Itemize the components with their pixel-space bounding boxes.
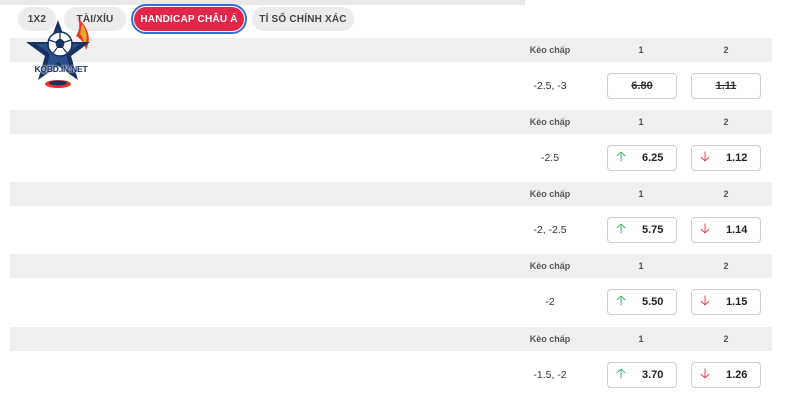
odd-button-home[interactable]: 🡡 3.70 bbox=[607, 362, 677, 388]
handicap-value: -2 bbox=[545, 296, 555, 308]
market-block: Kèo chấp 1 2 -2 🡡 5.50 🡣 1.15 bbox=[10, 254, 772, 326]
column-2-label: 2 bbox=[723, 261, 729, 271]
keo-chap-label: Kèo chấp bbox=[529, 189, 571, 199]
odd-value: 6.80 bbox=[631, 80, 653, 92]
star-ball-logo-icon bbox=[26, 18, 90, 88]
market-row: -2 🡡 5.50 🡣 1.15 bbox=[10, 278, 772, 326]
handicap-value: -1.5, -2 bbox=[533, 369, 567, 381]
column-2-label: 2 bbox=[723, 117, 729, 127]
market-header: Kèo chấp 1 2 bbox=[10, 182, 772, 206]
odd-value: 6.25 bbox=[642, 152, 664, 164]
market-row: -2.5, -3 6.80 1.11 bbox=[10, 62, 772, 110]
arrow-down-icon: 🡣 bbox=[700, 292, 711, 308]
arrow-down-icon: 🡣 bbox=[700, 148, 711, 164]
column-2-label: 2 bbox=[723, 334, 729, 344]
keo-chap-label: Kèo chấp bbox=[529, 45, 571, 55]
odd-value: 1.12 bbox=[726, 152, 748, 164]
odd-button-away[interactable]: 1.11 bbox=[691, 73, 761, 99]
market-header: Kèo chấp 1 2 bbox=[10, 38, 772, 62]
odd-value: 1.14 bbox=[726, 224, 748, 236]
market-block: Kèo chấp 1 2 -2, -2.5 🡡 5.75 🡣 1.14 bbox=[10, 182, 772, 254]
odd-button-away[interactable]: 🡣 1.14 bbox=[691, 217, 761, 243]
arrow-up-icon: 🡡 bbox=[616, 148, 627, 164]
market-row: -2, -2.5 🡡 5.75 🡣 1.14 bbox=[10, 206, 772, 254]
odd-button-home[interactable]: 🡡 5.75 bbox=[607, 217, 677, 243]
column-2-label: 2 bbox=[723, 189, 729, 199]
site-logo: KQBD.IN.NET bbox=[18, 16, 104, 92]
odd-button-home[interactable]: 6.80 bbox=[607, 73, 677, 99]
column-1-label: 1 bbox=[638, 45, 644, 55]
market-block: Kèo chấp 1 2 -2.5, -3 6.80 1.11 bbox=[10, 38, 772, 110]
keo-chap-label: Kèo chấp bbox=[529, 117, 571, 127]
arrow-up-icon: 🡡 bbox=[616, 365, 627, 381]
arrow-up-icon: 🡡 bbox=[616, 292, 627, 308]
arrow-down-icon: 🡣 bbox=[700, 365, 711, 381]
handicap-value: -2.5 bbox=[540, 152, 560, 164]
odd-value: 1.15 bbox=[726, 296, 748, 308]
odd-value: 1.26 bbox=[726, 369, 748, 381]
odd-button-away[interactable]: 🡣 1.15 bbox=[691, 289, 761, 315]
tab-ti-so-chinh-xac[interactable]: TỈ SỐ CHÍNH XÁC bbox=[252, 7, 354, 31]
market-header: Kèo chấp 1 2 bbox=[10, 327, 772, 351]
odd-button-away[interactable]: 🡣 1.26 bbox=[691, 362, 761, 388]
odd-value: 1.11 bbox=[715, 80, 737, 92]
market-header: Kèo chấp 1 2 bbox=[10, 110, 772, 134]
market-row: -1.5, -2 🡡 3.70 🡣 1.26 bbox=[10, 351, 772, 399]
market-header: Kèo chấp 1 2 bbox=[10, 254, 772, 278]
keo-chap-label: Kèo chấp bbox=[529, 261, 571, 271]
market-block: Kèo chấp 1 2 -1.5, -2 🡡 3.70 🡣 1.26 bbox=[10, 327, 772, 399]
market-row: -2.5 🡡 6.25 🡣 1.12 bbox=[10, 134, 772, 182]
odd-value: 3.70 bbox=[642, 369, 664, 381]
keo-chap-label: Kèo chấp bbox=[529, 334, 571, 344]
column-2-label: 2 bbox=[723, 45, 729, 55]
column-1-label: 1 bbox=[638, 334, 644, 344]
arrow-up-icon: 🡡 bbox=[616, 220, 627, 236]
top-strip bbox=[0, 0, 525, 5]
column-1-label: 1 bbox=[638, 189, 644, 199]
column-1-label: 1 bbox=[638, 117, 644, 127]
handicap-value: -2.5, -3 bbox=[533, 80, 567, 92]
column-1-label: 1 bbox=[638, 261, 644, 271]
handicap-value: -2, -2.5 bbox=[533, 224, 567, 236]
arrow-down-icon: 🡣 bbox=[700, 220, 711, 236]
odd-button-home[interactable]: 🡡 6.25 bbox=[607, 145, 677, 171]
odd-button-home[interactable]: 🡡 5.50 bbox=[607, 289, 677, 315]
odd-value: 5.50 bbox=[642, 296, 664, 308]
odd-button-away[interactable]: 🡣 1.12 bbox=[691, 145, 761, 171]
odd-value: 5.75 bbox=[642, 224, 664, 236]
tab-handicap-chau-a[interactable]: HANDICAP CHÂU Á bbox=[131, 4, 247, 34]
market-block: Kèo chấp 1 2 -2.5 🡡 6.25 🡣 1.12 bbox=[10, 110, 772, 182]
logo-text: KQBD.IN.NET bbox=[34, 64, 88, 74]
